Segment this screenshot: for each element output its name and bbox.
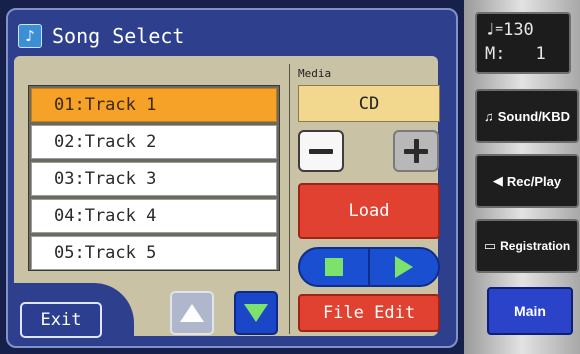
measure-value: 1 bbox=[535, 44, 546, 64]
down-arrow-icon bbox=[244, 304, 268, 322]
play-icon bbox=[395, 256, 413, 278]
tempo-equals: = bbox=[495, 22, 504, 37]
exit-button[interactable]: Exit bbox=[20, 302, 102, 338]
play-button[interactable] bbox=[370, 249, 438, 285]
registration-button[interactable]: ▭ Registration bbox=[475, 219, 579, 273]
sound-kbd-button[interactable]: ♫ Sound/KBD bbox=[475, 89, 579, 143]
tempo-line: ♩=130 bbox=[485, 18, 569, 42]
panel-divider bbox=[289, 64, 290, 334]
file-edit-button[interactable]: File Edit bbox=[298, 294, 440, 332]
dialog-title: Song Select bbox=[52, 24, 185, 48]
plus-icon bbox=[404, 139, 428, 163]
transport-controls bbox=[298, 247, 440, 287]
list-item-track-3[interactable]: 03:Track 3 bbox=[31, 162, 277, 196]
stop-icon bbox=[325, 258, 343, 276]
dialog-title-bar: ♪ Song Select bbox=[14, 14, 454, 58]
list-item-track-2[interactable]: 02:Track 2 bbox=[31, 125, 277, 159]
scroll-down-button[interactable] bbox=[234, 291, 278, 335]
measure-line: M: 1 bbox=[485, 42, 569, 66]
stop-button[interactable] bbox=[300, 249, 370, 285]
quarter-note-icon: ♩ bbox=[485, 20, 496, 40]
minus-icon bbox=[309, 139, 333, 163]
list-item-track-5[interactable]: 05:Track 5 bbox=[31, 236, 277, 270]
tempo-value: 130 bbox=[503, 20, 534, 40]
load-button[interactable]: Load bbox=[298, 183, 440, 239]
rec-play-label: Rec/Play bbox=[506, 173, 562, 189]
media-value: CD bbox=[358, 93, 380, 114]
rec-play-button[interactable]: ◀ Rec/Play bbox=[475, 154, 579, 208]
main-button[interactable]: Main bbox=[487, 287, 573, 335]
sound-kbd-label: Sound/KBD bbox=[497, 108, 570, 124]
tempo-display: ♩=130 M: 1 bbox=[475, 12, 571, 74]
media-plus-button[interactable] bbox=[393, 130, 439, 172]
book-icon: ▭ bbox=[483, 238, 497, 253]
registration-label: Registration bbox=[500, 239, 571, 253]
measure-label: M: bbox=[485, 44, 506, 64]
scroll-up-button[interactable] bbox=[170, 291, 214, 335]
media-minus-button[interactable] bbox=[298, 130, 344, 172]
up-arrow-icon bbox=[180, 304, 204, 322]
media-select[interactable]: CD bbox=[298, 85, 440, 122]
speaker-icon: ◀ bbox=[492, 173, 503, 188]
media-label: Media bbox=[298, 67, 332, 80]
music-note-icon: ♫ bbox=[484, 108, 494, 124]
track-list: 01:Track 1 02:Track 2 03:Track 3 04:Trac… bbox=[28, 85, 280, 271]
list-item-track-4[interactable]: 04:Track 4 bbox=[31, 199, 277, 233]
song-note-icon: ♪ bbox=[18, 24, 42, 48]
list-item-track-1[interactable]: 01:Track 1 bbox=[31, 88, 277, 122]
